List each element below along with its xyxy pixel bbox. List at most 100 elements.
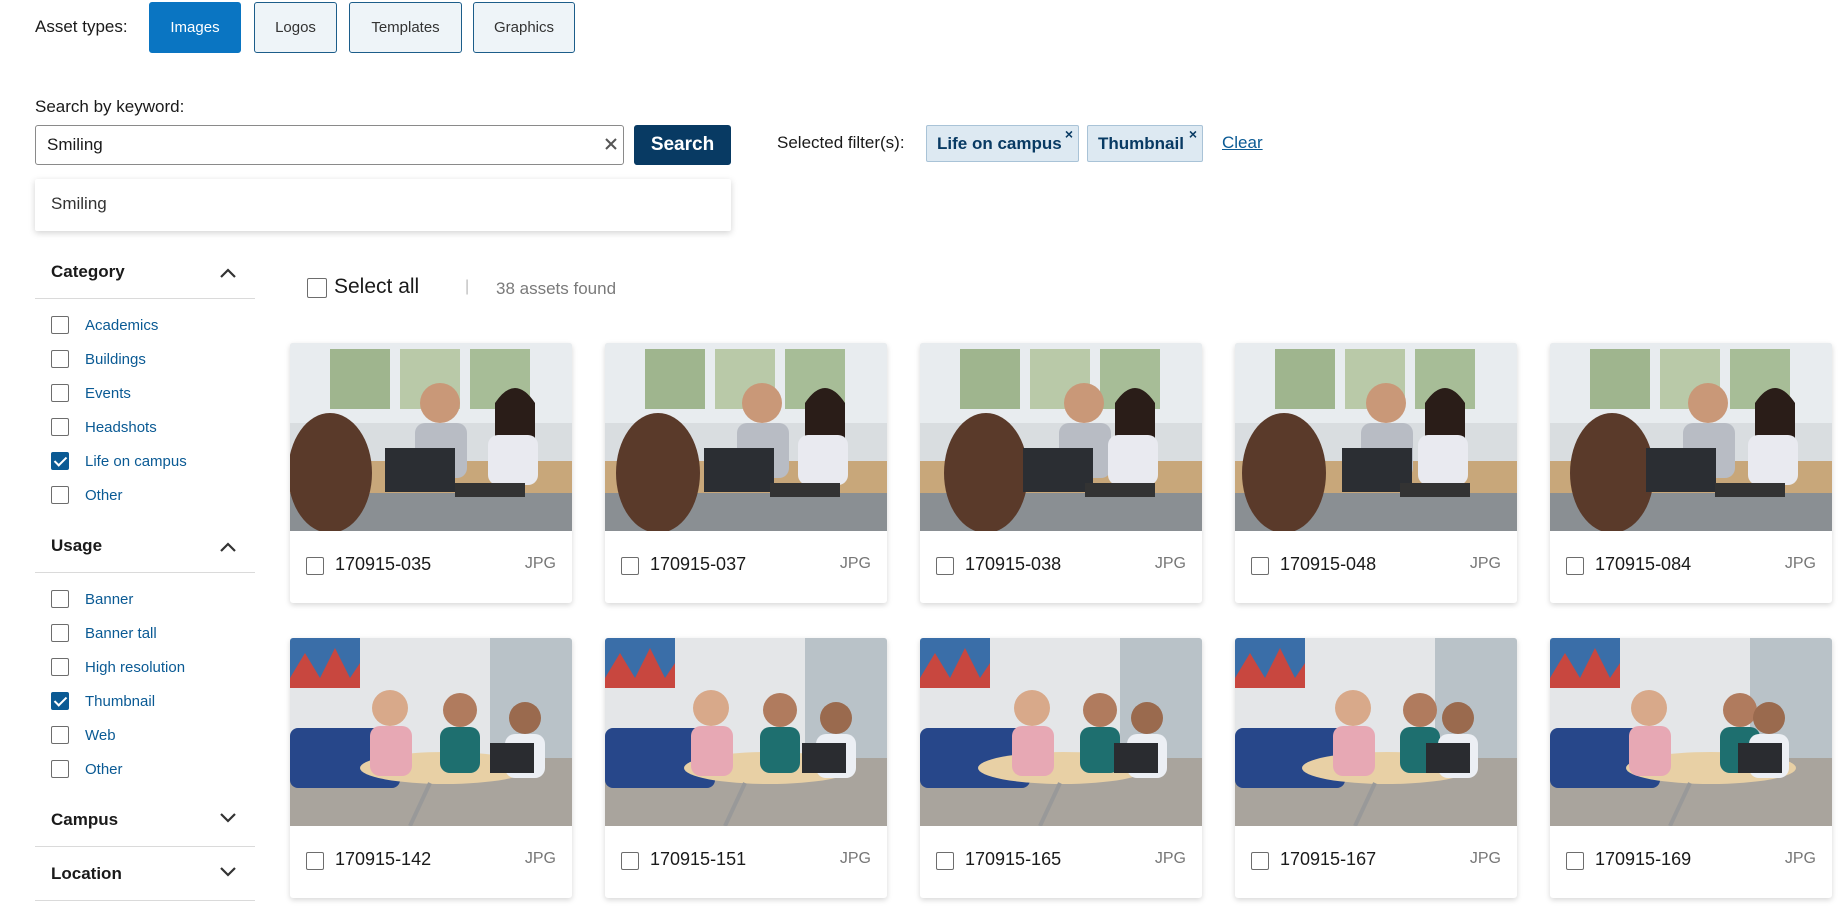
usage-filter-label[interactable]: Banner tall [85,625,157,642]
search-input[interactable] [45,126,585,164]
asset-thumbnail[interactable] [920,343,1202,531]
usage-filter-checkbox[interactable] [51,692,69,710]
asset-thumbnail[interactable] [290,343,572,531]
category-filter-label[interactable]: Life on campus [85,453,187,470]
category-filter-label[interactable]: Other [85,487,123,504]
asset-thumbnail[interactable] [605,638,887,826]
asset-select-checkbox[interactable] [306,557,324,575]
usage-filter-label[interactable]: Other [85,761,123,778]
search-label: Search by keyword: [35,97,185,116]
asset-select-checkbox[interactable] [1566,852,1584,870]
chevron-up-icon[interactable] [219,541,237,553]
filter-chip-thumbnail: Thumbnail × [1087,125,1203,162]
section-divider [35,298,255,299]
search-box [35,125,624,165]
asset-card[interactable]: 170915-142 JPG [290,638,572,898]
asset-types-label: Asset types: [35,17,128,36]
asset-select-checkbox[interactable] [306,852,324,870]
asset-card[interactable]: 170915-169 JPG [1550,638,1832,898]
asset-type-logos-button[interactable]: Logos [254,2,337,53]
usage-filter-checkbox[interactable] [51,760,69,778]
asset-file-type: JPG [839,850,871,867]
asset-thumbnail[interactable] [1235,343,1517,531]
asset-card[interactable]: 170915-048 JPG [1235,343,1517,603]
usage-filter-label[interactable]: Banner [85,591,133,608]
category-filter-label[interactable]: Headshots [85,419,157,436]
category-filter-label[interactable]: Academics [85,317,158,334]
asset-thumbnail[interactable] [1235,638,1517,826]
asset-select-checkbox[interactable] [621,557,639,575]
category-filter-checkbox[interactable] [51,350,69,368]
chevron-up-icon[interactable] [219,267,237,279]
category-section-title[interactable]: Category [51,262,125,282]
asset-select-checkbox[interactable] [1251,852,1269,870]
asset-file-type: JPG [1154,555,1186,572]
asset-name: 170915-169 [1595,849,1692,869]
asset-thumbnail[interactable] [1550,343,1832,531]
category-filter-checkbox[interactable] [51,316,69,334]
usage-filter-checkbox[interactable] [51,726,69,744]
asset-card[interactable]: 170915-037 JPG [605,343,887,603]
search-button[interactable]: Search [634,125,731,165]
autocomplete-dropdown: Smiling [35,179,731,231]
asset-name: 170915-038 [965,554,1062,574]
asset-select-checkbox[interactable] [621,852,639,870]
asset-select-checkbox[interactable] [1251,557,1269,575]
usage-filter-checkbox[interactable] [51,590,69,608]
asset-card[interactable]: 170915-084 JPG [1550,343,1832,603]
asset-type-graphics-button[interactable]: Graphics [473,2,575,53]
asset-name: 170915-165 [965,849,1062,869]
asset-name: 170915-151 [650,849,747,869]
usage-filter-label[interactable]: High resolution [85,659,185,676]
asset-select-checkbox[interactable] [1566,557,1584,575]
remove-filter-icon[interactable]: × [1065,127,1073,141]
asset-thumbnail[interactable] [1550,638,1832,826]
campus-section-title[interactable]: Campus [51,810,118,830]
category-filter-label[interactable]: Events [85,385,131,402]
asset-select-checkbox[interactable] [936,852,954,870]
remove-filter-icon[interactable]: × [1189,127,1197,141]
usage-filter-label[interactable]: Thumbnail [85,693,155,710]
asset-card[interactable]: 170915-165 JPG [920,638,1202,898]
assets-found-count: 38 assets found [496,279,617,298]
usage-filter-label[interactable]: Web [85,727,116,744]
asset-card[interactable]: 170915-038 JPG [920,343,1202,603]
asset-card[interactable]: 170915-035 JPG [290,343,572,603]
asset-type-templates-button[interactable]: Templates [349,2,462,53]
clear-filters-link[interactable]: Clear [1222,133,1263,153]
asset-file-type: JPG [524,555,556,572]
section-divider [35,846,255,847]
usage-section-title[interactable]: Usage [51,536,102,556]
category-filter-checkbox[interactable] [51,452,69,470]
chevron-down-icon[interactable] [219,811,237,823]
asset-name: 170915-084 [1595,554,1692,574]
asset-thumbnail[interactable] [920,638,1202,826]
asset-card[interactable]: 170915-167 JPG [1235,638,1517,898]
chevron-down-icon[interactable] [219,865,237,877]
category-filter-label[interactable]: Buildings [85,351,146,368]
asset-file-type: JPG [524,850,556,867]
select-all-label[interactable]: Select all [334,275,419,299]
asset-type-images-button[interactable]: Images [149,2,241,53]
select-all-checkbox[interactable] [307,278,327,298]
asset-card[interactable]: 170915-151 JPG [605,638,887,898]
asset-name: 170915-048 [1280,554,1377,574]
clear-input-icon[interactable] [601,134,621,154]
asset-file-type: JPG [1784,555,1816,572]
filter-chip-life-on-campus: Life on campus × [926,125,1079,162]
usage-filter-checkbox[interactable] [51,658,69,676]
category-filter-checkbox[interactable] [51,418,69,436]
asset-select-checkbox[interactable] [936,557,954,575]
asset-thumbnail[interactable] [605,343,887,531]
usage-filter-checkbox[interactable] [51,624,69,642]
asset-thumbnail[interactable] [290,638,572,826]
category-filter-checkbox[interactable] [51,486,69,504]
asset-file-type: JPG [1469,555,1501,572]
asset-name: 170915-142 [335,849,432,869]
category-filter-checkbox[interactable] [51,384,69,402]
asset-file-type: JPG [1784,850,1816,867]
location-section-title[interactable]: Location [51,864,122,884]
asset-name: 170915-037 [650,554,747,574]
autocomplete-suggestion[interactable]: Smiling [51,194,107,214]
selected-filters-label: Selected filter(s): [777,133,905,152]
